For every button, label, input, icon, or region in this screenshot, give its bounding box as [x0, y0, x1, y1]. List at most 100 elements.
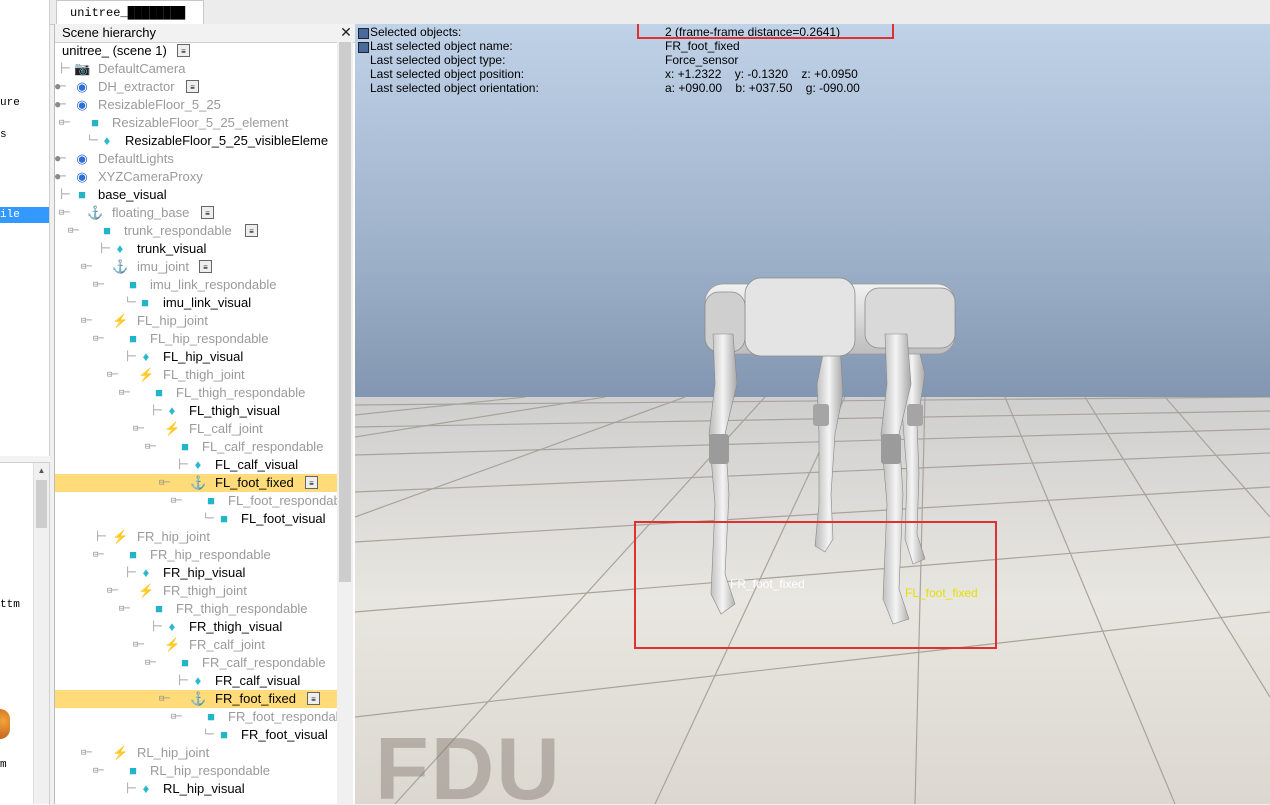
collapse-icon[interactable]: ⊟─	[68, 222, 79, 240]
close-icon[interactable]: ✕	[339, 24, 353, 40]
tree-row[interactable]: ├─ ♦ trunk_visual	[55, 240, 337, 258]
tree-row[interactable]: └─ ■ FL_foot_visual	[55, 510, 337, 528]
tree-row[interactable]: ├─ ♦ FR_calf_visual	[55, 672, 337, 690]
tree-row[interactable]: ⊟─ ■ FR_calf_respondable	[55, 654, 337, 672]
tree-row[interactable]: ●─ ◉ DefaultLights	[55, 150, 337, 168]
tree-row[interactable]: ⊟─ ■ ResizableFloor_5_25_element	[55, 114, 337, 132]
script-icon[interactable]: ≡	[305, 476, 318, 489]
tree-row[interactable]: ├─ ♦ FL_thigh_visual	[55, 402, 337, 420]
tree-row[interactable]: ⊟─ ■ FL_foot_respondable	[55, 492, 351, 510]
collapse-icon[interactable]: ⊟─	[59, 114, 70, 132]
collapse-icon[interactable]: ⊟─	[107, 366, 118, 384]
tree-row[interactable]: ⊟─ ■ imu_link_respondable	[55, 276, 337, 294]
script-icon[interactable]: ≡	[307, 692, 320, 705]
script-icon[interactable]: ≡	[201, 206, 214, 219]
tree-row[interactable]: ├─ ♦ FR_hip_visual	[55, 564, 337, 582]
collapse-icon[interactable]: ⊟─	[159, 690, 170, 708]
tree-branch: ├─	[177, 676, 188, 686]
collapse-icon[interactable]: ⊟─	[119, 600, 130, 618]
collapse-info-icon[interactable]	[358, 28, 369, 39]
force-sensor-icon: ⚓	[112, 259, 129, 274]
script-icon[interactable]: ≡	[245, 224, 258, 237]
tree-row[interactable]: └─ ■ imu_link_visual	[55, 294, 337, 312]
tree-row[interactable]: ●─ ◉ XYZCameraProxy	[55, 168, 337, 186]
tree-row[interactable]: ●─ ◉ DH_extractor ≡	[55, 78, 337, 96]
tree-row[interactable]: ⊟─ ■ FR_foot_respondable	[55, 708, 353, 726]
collapse-icon[interactable]: ⊟─	[145, 654, 156, 672]
collapse-icon[interactable]: ⊟─	[133, 636, 144, 654]
collapse-icon[interactable]: ⊟─	[133, 420, 144, 438]
script-icon[interactable]: ≡	[199, 260, 212, 273]
collapse-icon[interactable]: ⊟─	[107, 582, 118, 600]
browser-thumb-label[interactable]: m	[0, 759, 7, 771]
cube-icon: ■	[78, 187, 86, 202]
tree-row[interactable]: ⊟─ ⚓ imu_joint ≡	[55, 258, 337, 276]
tree-row[interactable]: ⊟─ ⚡ FL_calf_joint	[55, 420, 337, 438]
scene-tab[interactable]: unitree_████████	[56, 0, 204, 24]
tree-row-label: ResizableFloor_5_25	[98, 97, 221, 112]
tree-row-label: FR_thigh_respondable	[176, 601, 308, 616]
scroll-up-icon[interactable]: ▲	[34, 463, 49, 478]
tree-row[interactable]: ⊟─ ■ FL_calf_respondable	[55, 438, 337, 456]
collapse-icon[interactable]: ⊟─	[81, 744, 92, 762]
expand-icon[interactable]: ●─	[55, 78, 66, 96]
collapse-icon[interactable]: ⊟─	[145, 438, 156, 456]
tree-row[interactable]: └─ ♦ ResizableFloor_5_25_visibleEleme	[55, 132, 337, 150]
scene-viewport[interactable]: Selected objects: 2 (frame-frame distanc…	[355, 24, 1270, 804]
tree-row[interactable]: ⊟─ ⚡ FL_thigh_joint	[55, 366, 337, 384]
collapse-icon[interactable]: ⊟─	[81, 312, 92, 330]
tree-row-label: FR_foot_visual	[241, 727, 328, 742]
collapse-icon[interactable]: ⊟─	[171, 492, 182, 510]
document-tab-bar: unitree_████████	[0, 0, 1270, 25]
collapse-icon[interactable]: ⊟─	[93, 546, 104, 564]
tree-row[interactable]: ⊟─ ■ FL_thigh_respondable	[55, 384, 337, 402]
tree-row[interactable]: ├─ ⚡ FR_hip_joint	[55, 528, 337, 546]
tree-row-selected[interactable]: ⊟─ ⚓ FR_foot_fixed ≡	[55, 690, 337, 708]
scene-root-row[interactable]: unitree_ (scene 1) ≡	[55, 42, 337, 60]
script-icon[interactable]: ≡	[186, 80, 199, 93]
expand-icon[interactable]: ●─	[55, 168, 66, 186]
tree-branch: ├─	[151, 406, 162, 416]
script-icon[interactable]: ≡	[177, 44, 190, 57]
collapse-icon[interactable]: ⊟─	[93, 762, 104, 780]
browser-item[interactable]: ure	[0, 97, 20, 109]
tree-row[interactable]: ⊟─ ⚡ FR_thigh_joint	[55, 582, 337, 600]
collapse-icon[interactable]: ⊟─	[59, 204, 70, 222]
tree-row[interactable]: ⊟─ ■ FR_thigh_respondable	[55, 600, 337, 618]
browser-item[interactable]: s	[0, 129, 7, 141]
expand-icon[interactable]: ●─	[55, 150, 66, 168]
tree-row[interactable]: ⊟─ ■ FR_hip_respondable	[55, 546, 337, 564]
tree-row[interactable]: ├─ ♦ FL_hip_visual	[55, 348, 337, 366]
browser-thumb-label[interactable]: ttm	[0, 599, 20, 611]
collapse-icon[interactable]: ⊟─	[93, 330, 104, 348]
info-toggle-icon[interactable]	[358, 42, 369, 53]
tree-row[interactable]: ●─ ◉ ResizableFloor_5_25	[55, 96, 337, 114]
tree-row[interactable]: ⊟─ ⚡ FR_calf_joint	[55, 636, 337, 654]
tree-row[interactable]: └─ ■ FR_foot_visual	[55, 726, 337, 744]
tree-row[interactable]: ⊟─ ⚓ floating_base ≡	[55, 204, 337, 222]
tree-row-selected[interactable]: ⊟─ ⚓ FL_foot_fixed ≡	[55, 474, 337, 492]
collapse-icon[interactable]: ⊟─	[159, 474, 170, 492]
tree-row[interactable]: ├─ 📷 DefaultCamera	[55, 60, 337, 78]
tree-row[interactable]: ⊟─ ■ trunk_respondable ≡	[55, 222, 337, 240]
scrollbar-thumb[interactable]	[339, 42, 351, 582]
collapse-icon[interactable]: ⊟─	[93, 276, 104, 294]
tree-row[interactable]: ├─ ♦ FL_calf_visual	[55, 456, 337, 474]
scrollbar-thumb[interactable]	[36, 480, 47, 528]
tree-row[interactable]: ⊟─ ■ RL_hip_respondable	[55, 762, 337, 780]
tree-row[interactable]: ├─ ■ base_visual	[55, 186, 337, 204]
browser-item-selected[interactable]: ile	[0, 207, 49, 223]
collapse-icon[interactable]: ⊟─	[81, 258, 92, 276]
collapse-icon[interactable]: ⊟─	[119, 384, 130, 402]
tree-row[interactable]: ├─ ♦ RL_hip_visual	[55, 780, 337, 798]
browser-scrollbar[interactable]: ▲	[33, 463, 49, 804]
expand-icon[interactable]: ●─	[55, 96, 66, 114]
hierarchy-scrollbar[interactable]	[337, 42, 353, 804]
tree-row[interactable]: ⊟─ ■ FL_hip_respondable	[55, 330, 337, 348]
tree-row[interactable]: ⊟─ ⚡ FL_hip_joint	[55, 312, 337, 330]
model-thumbnail[interactable]	[0, 709, 10, 739]
tree-row[interactable]: ├─ ♦ FR_thigh_visual	[55, 618, 337, 636]
tree-row[interactable]: ⊟─ ⚡ RL_hip_joint	[55, 744, 337, 762]
collapse-icon[interactable]: ⊟─	[171, 708, 182, 726]
tree-row-label: FL_hip_respondable	[150, 331, 269, 346]
